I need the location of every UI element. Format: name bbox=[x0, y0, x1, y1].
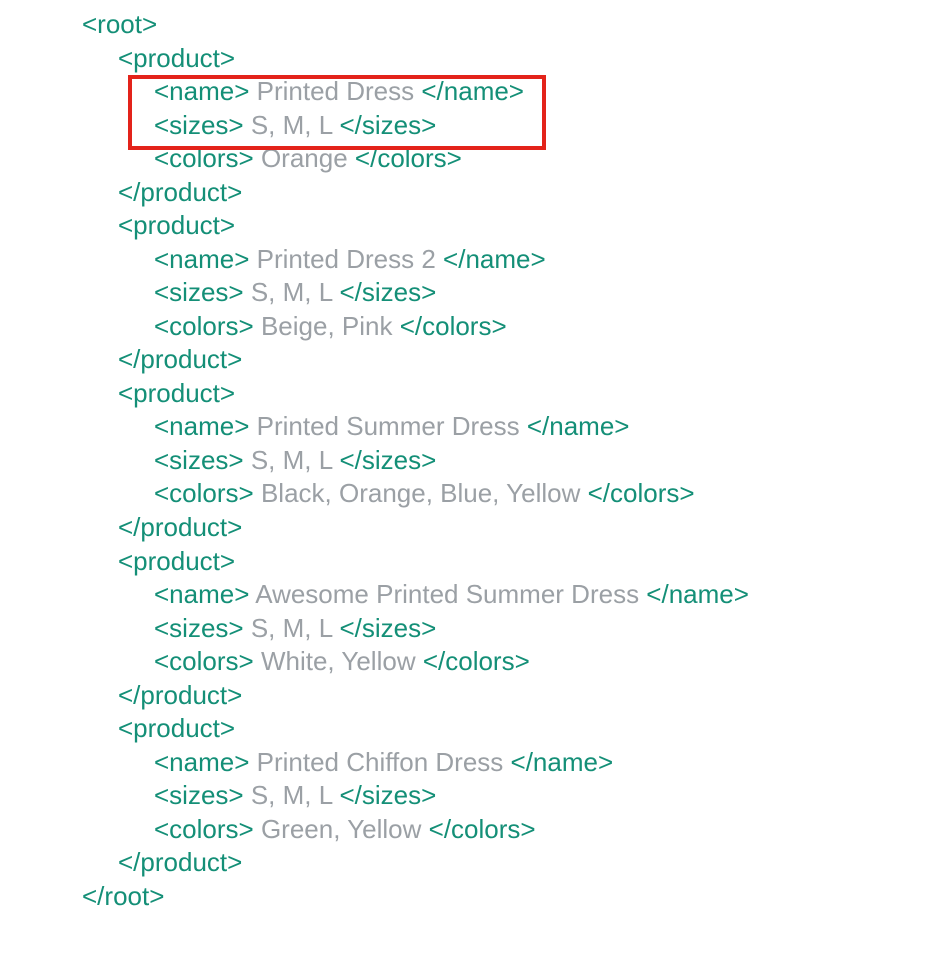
root-open-tag: <root> bbox=[82, 9, 157, 39]
sizes-close-tag: </sizes> bbox=[332, 277, 436, 307]
colors-close-tag: </colors> bbox=[421, 814, 535, 844]
product-colors: Orange bbox=[261, 143, 348, 173]
product-name: Awesome Printed Summer Dress bbox=[255, 579, 639, 609]
name-open-tag: <name> bbox=[154, 244, 257, 274]
name-open-tag: <name> bbox=[154, 579, 255, 609]
sizes-open-tag: <sizes> bbox=[154, 613, 251, 643]
sizes-close-tag: </sizes> bbox=[332, 613, 436, 643]
product-sizes: S, M, L bbox=[251, 445, 332, 475]
name-open-tag: <name> bbox=[154, 411, 257, 441]
product-close-tag: </product> bbox=[118, 512, 242, 542]
product-open-tag: <product> bbox=[118, 378, 235, 408]
colors-close-tag: </colors> bbox=[348, 143, 462, 173]
sizes-open-tag: <sizes> bbox=[154, 110, 251, 140]
sizes-close-tag: </sizes> bbox=[332, 110, 436, 140]
product-sizes: S, M, L bbox=[251, 277, 332, 307]
colors-close-tag: </colors> bbox=[580, 478, 694, 508]
product-open-tag: <product> bbox=[118, 546, 235, 576]
sizes-open-tag: <sizes> bbox=[154, 780, 251, 810]
name-open-tag: <name> bbox=[154, 76, 257, 106]
colors-open-tag: <colors> bbox=[154, 143, 261, 173]
colors-open-tag: <colors> bbox=[154, 311, 261, 341]
root-close-tag: </root> bbox=[82, 881, 164, 911]
sizes-open-tag: <sizes> bbox=[154, 445, 251, 475]
product-close-tag: </product> bbox=[118, 680, 242, 710]
product-close-tag: </product> bbox=[118, 344, 242, 374]
product-open-tag: <product> bbox=[118, 713, 235, 743]
sizes-open-tag: <sizes> bbox=[154, 277, 251, 307]
product-colors: White, Yellow bbox=[261, 646, 416, 676]
product-sizes: S, M, L bbox=[251, 110, 332, 140]
sizes-close-tag: </sizes> bbox=[332, 780, 436, 810]
product-close-tag: </product> bbox=[118, 177, 242, 207]
name-close-tag: </name> bbox=[520, 411, 630, 441]
name-close-tag: </name> bbox=[436, 244, 546, 274]
product-colors: Black, Orange, Blue, Yellow bbox=[261, 478, 580, 508]
name-close-tag: </name> bbox=[639, 579, 749, 609]
colors-open-tag: <colors> bbox=[154, 478, 261, 508]
product-open-tag: <product> bbox=[118, 210, 235, 240]
product-name: Printed Chiffon Dress bbox=[257, 747, 504, 777]
product-colors: Green, Yellow bbox=[261, 814, 421, 844]
colors-open-tag: <colors> bbox=[154, 814, 261, 844]
product-colors: Beige, Pink bbox=[261, 311, 393, 341]
sizes-close-tag: </sizes> bbox=[332, 445, 436, 475]
product-name: Printed Dress bbox=[257, 76, 415, 106]
product-name: Printed Dress 2 bbox=[257, 244, 436, 274]
product-name: Printed Summer Dress bbox=[257, 411, 520, 441]
name-open-tag: <name> bbox=[154, 747, 257, 777]
name-close-tag: </name> bbox=[414, 76, 524, 106]
product-open-tag: <product> bbox=[118, 43, 235, 73]
product-close-tag: </product> bbox=[118, 847, 242, 877]
colors-close-tag: </colors> bbox=[392, 311, 506, 341]
name-close-tag: </name> bbox=[503, 747, 613, 777]
xml-code-block: <root> <product> <name> Printed Dress </… bbox=[0, 0, 948, 913]
colors-open-tag: <colors> bbox=[154, 646, 261, 676]
product-sizes: S, M, L bbox=[251, 613, 332, 643]
product-sizes: S, M, L bbox=[251, 780, 332, 810]
colors-close-tag: </colors> bbox=[416, 646, 530, 676]
